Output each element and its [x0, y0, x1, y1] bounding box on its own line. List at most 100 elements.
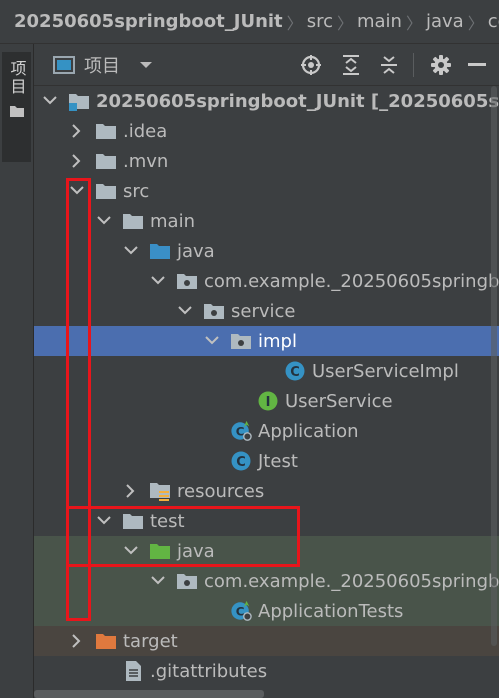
chevron-right-icon[interactable]: [69, 123, 85, 139]
project-tool-window-tab[interactable]: 项目: [2, 52, 31, 162]
excluded-folder-icon: [95, 630, 117, 652]
select-opened-file-icon[interactable]: [296, 44, 326, 86]
svg-text:C: C: [236, 455, 246, 470]
chevron-down-icon[interactable]: [123, 543, 139, 559]
package-icon: [176, 270, 198, 292]
chevron-right-icon[interactable]: [69, 153, 85, 169]
tree-row[interactable]: C UserServiceImpl: [34, 356, 499, 386]
chevron-down-icon[interactable]: [204, 333, 220, 349]
breadcrumb-separator-icon: 〉: [467, 13, 484, 33]
tree-row-label: UserService: [285, 390, 393, 412]
package-icon: [176, 570, 198, 592]
tree-row-label: com.example._20250605springbo: [204, 570, 499, 592]
chevron-down-icon[interactable]: [177, 303, 193, 319]
tree-row-label: .idea: [123, 120, 168, 142]
breadcrumb: 20250605springboot_JUnit 〉 src 〉 main 〉 …: [0, 0, 499, 44]
chevron-down-icon[interactable]: [150, 273, 166, 289]
collapse-all-icon[interactable]: [374, 44, 404, 86]
tree-row-label: 20250605springboot_JUnit [_20250605sprin…: [96, 90, 499, 112]
tool-window-strip: 项目: [0, 44, 34, 698]
hide-icon[interactable]: [462, 44, 492, 86]
tree-row-label: impl: [258, 330, 297, 352]
tree-row-label: test: [150, 510, 185, 532]
spring-boot-class-icon: C: [230, 600, 252, 622]
tree-row[interactable]: C Jtest: [34, 446, 499, 476]
tree-row[interactable]: resources: [34, 476, 499, 506]
breadcrumb-separator-icon: 〉: [286, 13, 303, 33]
chevron-down-icon[interactable]: [42, 93, 58, 109]
folder-icon: [95, 120, 117, 142]
package-icon: [203, 300, 225, 322]
class-icon: C: [284, 360, 306, 382]
tree-row[interactable]: C ApplicationTests: [34, 596, 499, 626]
chevron-down-icon[interactable]: [136, 44, 156, 86]
tree-row[interactable]: test: [34, 506, 499, 536]
tree-row[interactable]: 20250605springboot_JUnit [_20250605sprin…: [34, 86, 499, 116]
chevron-down-icon[interactable]: [123, 243, 139, 259]
chevron-down-icon[interactable]: [96, 513, 112, 529]
toolbar-divider: [412, 44, 414, 86]
vertical-scrollbar[interactable]: [491, 86, 497, 646]
breadcrumb-separator-icon: 〉: [405, 13, 422, 33]
tree-row[interactable]: com.example._20250605springbo: [34, 566, 499, 596]
tree-row-label: main: [150, 210, 195, 232]
project-tab-label: 项目: [7, 60, 27, 96]
tree-row-label: target: [123, 630, 178, 652]
tree-row[interactable]: src: [34, 176, 499, 206]
horizontal-scrollbar[interactable]: [34, 690, 264, 698]
tree-row[interactable]: .idea: [34, 116, 499, 146]
chevron-down-icon[interactable]: [150, 573, 166, 589]
project-view-label[interactable]: 项目: [82, 44, 122, 86]
tree-row[interactable]: service: [34, 296, 499, 326]
tree-row[interactable]: .mvn: [34, 146, 499, 176]
tree-row[interactable]: com.example._20250605springbo: [34, 266, 499, 296]
tree-row-label: .mvn: [123, 150, 169, 172]
tree-row[interactable]: I UserService: [34, 386, 499, 416]
tree-row-label: ApplicationTests: [258, 600, 404, 622]
folder-icon: [122, 210, 144, 232]
chevron-down-icon[interactable]: [96, 213, 112, 229]
svg-text:C: C: [290, 365, 300, 380]
breadcrumb-com[interactable]: com: [488, 11, 499, 32]
svg-text:I: I: [266, 395, 271, 410]
folder-icon: [9, 106, 24, 117]
tree-row[interactable]: .gitattributes: [34, 656, 499, 686]
folder-icon: [95, 150, 117, 172]
tree-row-label: src: [123, 180, 150, 202]
spring-boot-class-icon: C: [230, 420, 252, 442]
breadcrumb-src[interactable]: src: [307, 11, 333, 32]
chevron-right-icon[interactable]: [123, 483, 139, 499]
breadcrumb-main[interactable]: main: [357, 11, 402, 32]
tree-row-label: service: [231, 300, 296, 322]
tree-row-label: java: [177, 540, 215, 562]
chevron-right-icon[interactable]: [69, 633, 85, 649]
breadcrumb-java[interactable]: java: [426, 11, 464, 32]
resources-folder-icon: [149, 480, 171, 502]
settings-gear-icon[interactable]: [426, 44, 456, 86]
tree-row-label: Application: [258, 420, 359, 442]
source-folder-icon: [149, 240, 171, 262]
tree-row[interactable]: C Application: [34, 416, 499, 446]
tree-row[interactable]: impl: [34, 326, 499, 356]
interface-icon: I: [257, 390, 279, 412]
tree-row-label: UserServiceImpl: [312, 360, 459, 382]
tree-row[interactable]: main: [34, 206, 499, 236]
class-icon: C: [230, 450, 252, 472]
tree-row-label: java: [177, 240, 215, 262]
project-tree: 20250605springboot_JUnit [_20250605sprin…: [34, 86, 499, 698]
test-folder-icon: [149, 540, 171, 562]
tree-row[interactable]: java: [34, 236, 499, 266]
tree-row[interactable]: java: [34, 536, 499, 566]
tree-row[interactable]: target: [34, 626, 499, 656]
tree-row-label: resources: [177, 480, 265, 502]
chevron-down-icon[interactable]: [69, 183, 85, 199]
folder-icon: [95, 180, 117, 202]
breadcrumb-project[interactable]: 20250605springboot_JUnit: [14, 11, 283, 32]
expand-all-icon[interactable]: [336, 44, 366, 86]
project-toolbar: 项目: [34, 44, 499, 86]
